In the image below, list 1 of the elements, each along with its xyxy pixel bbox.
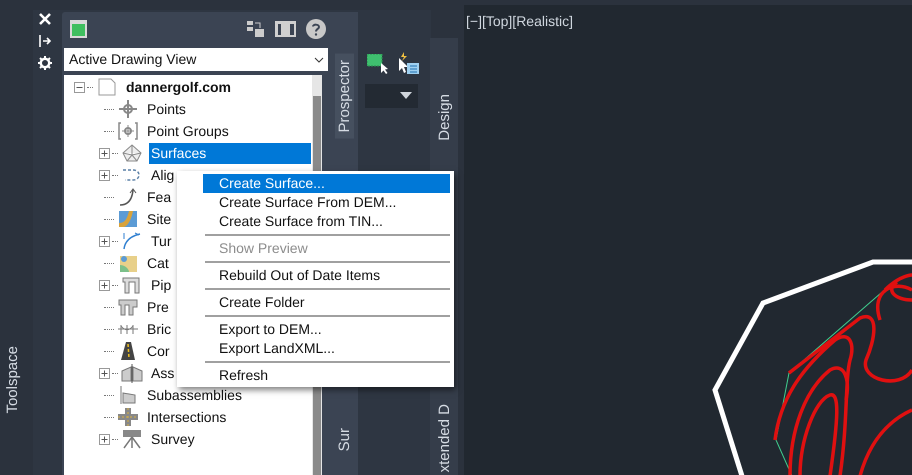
palette-title: Toolspace bbox=[5, 346, 20, 414]
